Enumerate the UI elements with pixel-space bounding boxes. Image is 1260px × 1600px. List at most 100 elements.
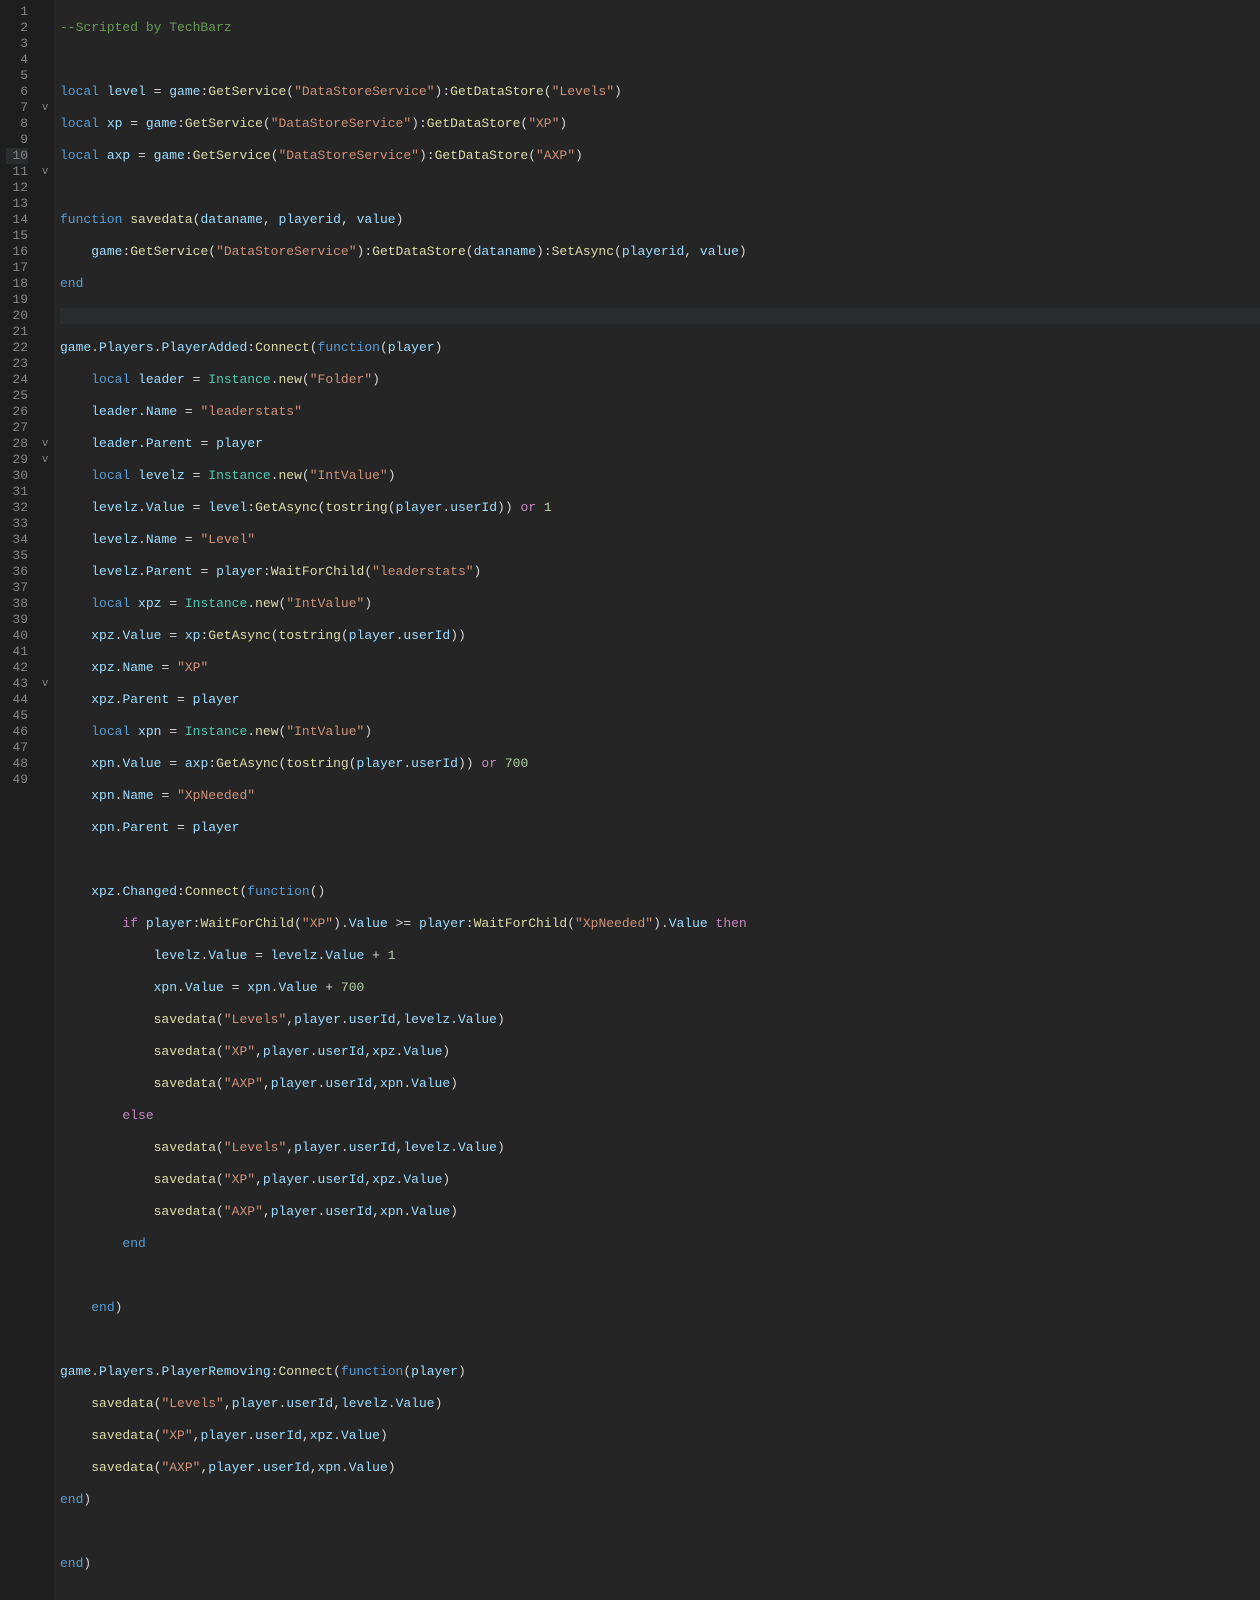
fold-blank <box>38 404 52 420</box>
fold-blank <box>38 516 52 532</box>
fold-blank <box>38 564 52 580</box>
code-line: --Scripted by TechBarz <box>60 20 1260 36</box>
fold-blank <box>38 20 52 36</box>
code-line: savedata("AXP",player.userId,xpn.Value) <box>60 1460 1260 1476</box>
line-number: 29 <box>6 452 28 468</box>
line-number: 48 <box>6 756 28 772</box>
code-line: function savedata(dataname, playerid, va… <box>60 212 1260 228</box>
code-line: local xp = game:GetService("DataStoreSer… <box>60 116 1260 132</box>
code-line <box>60 52 1260 68</box>
line-number: 3 <box>6 36 28 52</box>
fold-chevron-icon[interactable]: v <box>38 452 52 468</box>
code-line: xpn.Value = xpn.Value + 700 <box>60 980 1260 996</box>
code-line: else <box>60 1108 1260 1124</box>
fold-blank <box>38 180 52 196</box>
fold-blank <box>38 148 52 164</box>
fold-blank <box>38 388 52 404</box>
fold-blank <box>38 36 52 52</box>
fold-blank <box>38 532 52 548</box>
fold-blank <box>38 244 52 260</box>
fold-blank <box>38 500 52 516</box>
line-number: 14 <box>6 212 28 228</box>
code-line: savedata("XP",player.userId,xpz.Value) <box>60 1428 1260 1444</box>
fold-blank <box>38 132 52 148</box>
fold-chevron-icon[interactable]: v <box>38 676 52 692</box>
line-number: 18 <box>6 276 28 292</box>
code-line: levelz.Name = "Level" <box>60 532 1260 548</box>
line-number: 15 <box>6 228 28 244</box>
fold-blank <box>38 324 52 340</box>
fold-blank <box>38 468 52 484</box>
line-number: 26 <box>6 404 28 420</box>
code-line: savedata("AXP",player.userId,xpn.Value) <box>60 1204 1260 1220</box>
fold-gutter[interactable]: vvvvv <box>38 0 54 1600</box>
fold-chevron-icon[interactable]: v <box>38 100 52 116</box>
fold-chevron-icon[interactable]: v <box>38 436 52 452</box>
line-number: 2 <box>6 20 28 36</box>
code-line: local levelz = Instance.new("IntValue") <box>60 468 1260 484</box>
line-number: 33 <box>6 516 28 532</box>
line-number: 9 <box>6 132 28 148</box>
line-number: 4 <box>6 52 28 68</box>
code-line: game:GetService("DataStoreService"):GetD… <box>60 244 1260 260</box>
code-line: levelz.Parent = player:WaitForChild("lea… <box>60 564 1260 580</box>
code-editor[interactable]: 1234567891011121314151617181920212223242… <box>0 0 1260 1600</box>
code-line-active <box>60 308 1260 324</box>
code-line: levelz.Value = levelz.Value + 1 <box>60 948 1260 964</box>
code-line: xpz.Parent = player <box>60 692 1260 708</box>
code-line: game.Players.PlayerRemoving:Connect(func… <box>60 1364 1260 1380</box>
fold-blank <box>38 228 52 244</box>
fold-chevron-icon[interactable]: v <box>38 164 52 180</box>
line-number: 41 <box>6 644 28 660</box>
code-line: savedata("AXP",player.userId,xpn.Value) <box>60 1076 1260 1092</box>
line-number: 31 <box>6 484 28 500</box>
code-line: local leader = Instance.new("Folder") <box>60 372 1260 388</box>
line-number: 22 <box>6 340 28 356</box>
fold-blank <box>38 484 52 500</box>
fold-blank <box>38 68 52 84</box>
code-area[interactable]: --Scripted by TechBarz local level = gam… <box>54 0 1260 1600</box>
code-line: local xpz = Instance.new("IntValue") <box>60 596 1260 612</box>
line-number: 46 <box>6 724 28 740</box>
line-number: 47 <box>6 740 28 756</box>
line-number: 16 <box>6 244 28 260</box>
code-line: levelz.Value = level:GetAsync(tostring(p… <box>60 500 1260 516</box>
fold-blank <box>38 580 52 596</box>
line-number: 21 <box>6 324 28 340</box>
code-line: end <box>60 1236 1260 1252</box>
code-line: local axp = game:GetService("DataStoreSe… <box>60 148 1260 164</box>
code-line: savedata("XP",player.userId,xpz.Value) <box>60 1044 1260 1060</box>
code-line: savedata("XP",player.userId,xpz.Value) <box>60 1172 1260 1188</box>
line-number: 20 <box>6 308 28 324</box>
line-number: 8 <box>6 116 28 132</box>
fold-blank <box>38 84 52 100</box>
fold-blank <box>38 260 52 276</box>
code-line: game.Players.PlayerAdded:Connect(functio… <box>60 340 1260 356</box>
fold-blank <box>38 356 52 372</box>
code-line: xpz.Value = xp:GetAsync(tostring(player.… <box>60 628 1260 644</box>
code-line: end) <box>60 1492 1260 1508</box>
code-line: xpz.Name = "XP" <box>60 660 1260 676</box>
code-line: end) <box>60 1300 1260 1316</box>
code-line: xpn.Parent = player <box>60 820 1260 836</box>
code-line <box>60 1268 1260 1284</box>
line-number: 30 <box>6 468 28 484</box>
fold-blank <box>38 596 52 612</box>
line-number: 43 <box>6 676 28 692</box>
fold-blank <box>38 4 52 20</box>
fold-blank <box>38 692 52 708</box>
code-line: savedata("Levels",player.userId,levelz.V… <box>60 1140 1260 1156</box>
code-line <box>60 1524 1260 1540</box>
code-line: savedata("Levels",player.userId,levelz.V… <box>60 1012 1260 1028</box>
line-number: 37 <box>6 580 28 596</box>
fold-blank <box>38 292 52 308</box>
line-number: 10 <box>6 148 28 164</box>
fold-blank <box>38 548 52 564</box>
code-line: xpz.Changed:Connect(function() <box>60 884 1260 900</box>
fold-blank <box>38 660 52 676</box>
line-number: 1 <box>6 4 28 20</box>
fold-blank <box>38 276 52 292</box>
line-number: 32 <box>6 500 28 516</box>
code-line: xpn.Value = axp:GetAsync(tostring(player… <box>60 756 1260 772</box>
code-line: end <box>60 276 1260 292</box>
